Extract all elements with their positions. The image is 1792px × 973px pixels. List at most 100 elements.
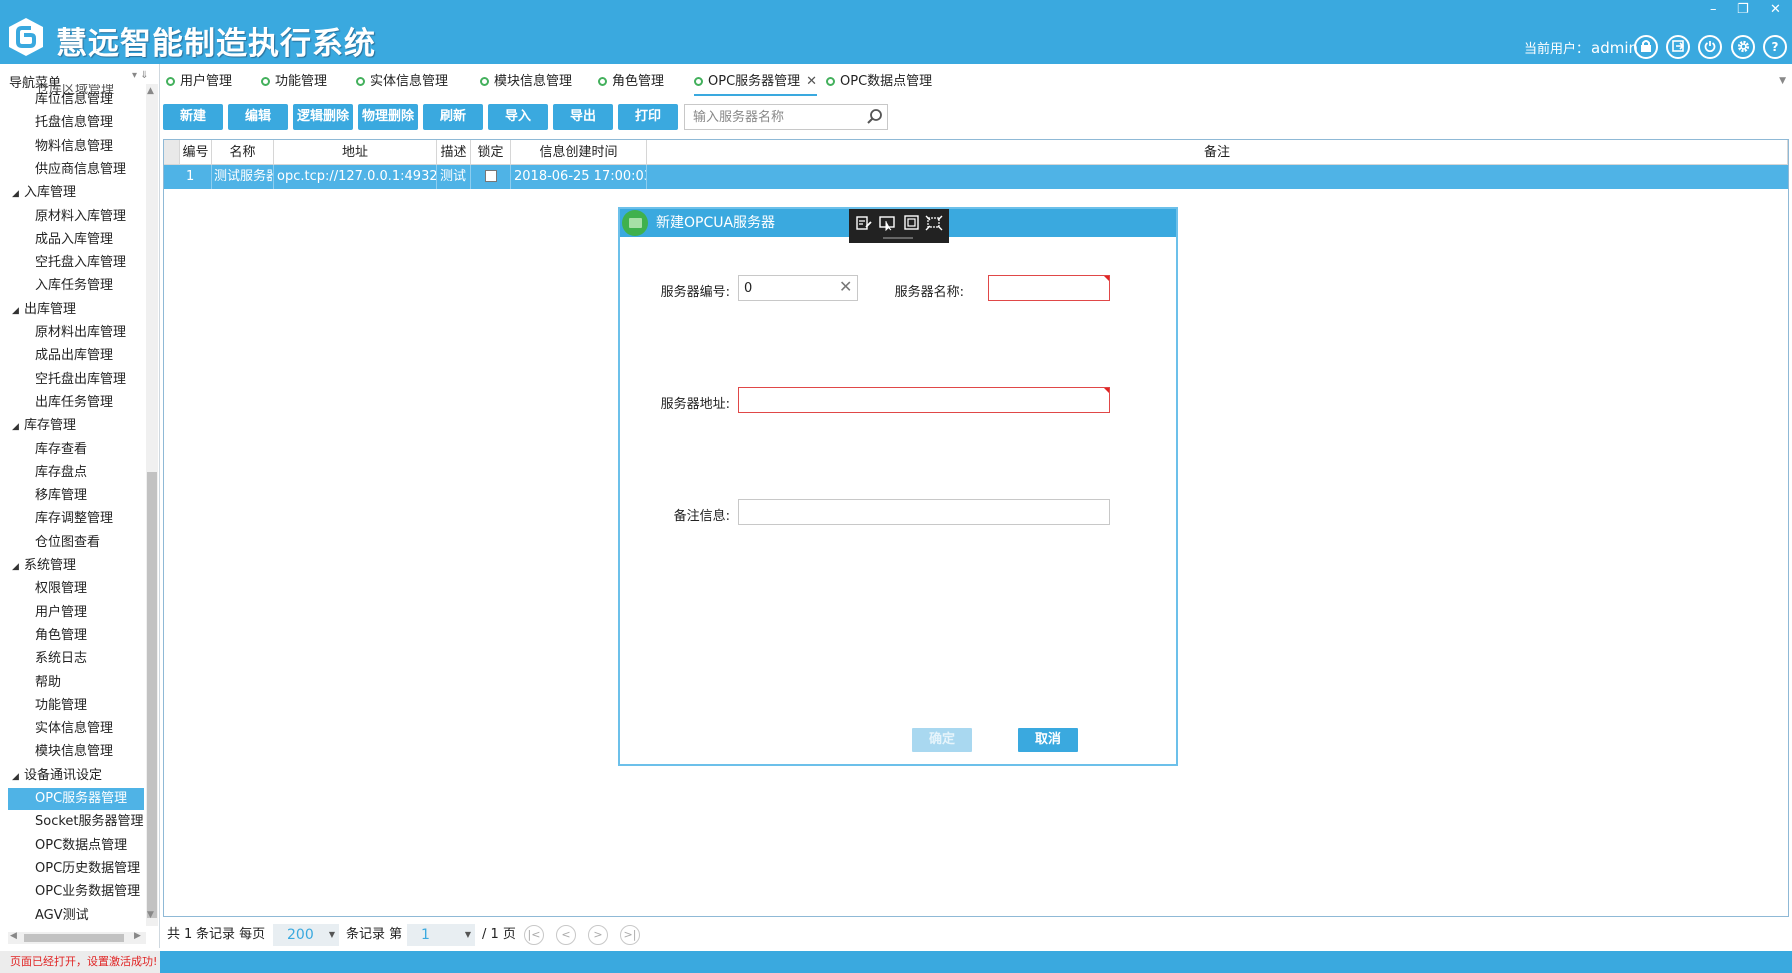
tab-item[interactable]: OPC服务器管理 ✕	[694, 68, 818, 96]
sidebar-group[interactable]: ◢ 入库管理	[8, 182, 144, 204]
expand-triangle-icon[interactable]: ◢	[12, 300, 24, 322]
sidebar-item[interactable]: OPC数据点管理	[8, 835, 144, 857]
close-tab-icon[interactable]: ✕	[806, 74, 817, 89]
col-header-created[interactable]: 信息创建时间	[511, 140, 647, 165]
cancel-button[interactable]: 取消	[1018, 728, 1078, 752]
expand-triangle-icon[interactable]: ◢	[12, 556, 24, 578]
power-icon[interactable]	[1698, 35, 1722, 59]
col-header-name[interactable]: 名称	[212, 140, 274, 165]
drag-handle[interactable]	[883, 237, 913, 239]
minimize-button[interactable]: –	[1710, 2, 1717, 17]
sidebar-item[interactable]: 仓位图查看	[8, 532, 144, 554]
tab-item[interactable]: 功能管理	[261, 68, 327, 96]
sidebar-item[interactable]: AGV测试	[8, 905, 144, 925]
sidebar-item[interactable]: Socket服务器管理	[8, 811, 144, 833]
sidebar-item[interactable]: 模块信息管理	[8, 741, 144, 763]
search-input[interactable]	[684, 104, 888, 130]
sidebar-item[interactable]: 实体信息管理	[8, 718, 144, 740]
sidebar-item[interactable]: 出库任务管理	[8, 392, 144, 414]
edit-button[interactable]: 编辑	[228, 104, 288, 130]
sidebar-item[interactable]: OPC业务数据管理	[8, 881, 144, 903]
page-number-select[interactable]: 1 ▼	[407, 924, 475, 946]
tab-item[interactable]: OPC数据点管理	[826, 68, 932, 96]
last-page-icon[interactable]: >|	[620, 925, 640, 945]
resize-icon[interactable]	[925, 215, 943, 231]
tabs-overflow-icon[interactable]: ▼	[1779, 76, 1786, 86]
exit-icon[interactable]	[1666, 35, 1690, 59]
sidebar-group[interactable]: ◢ 出库管理	[8, 299, 144, 321]
sidebar-item[interactable]: 库存查看	[8, 439, 144, 461]
edit-doc-icon[interactable]	[855, 215, 873, 231]
refresh-button[interactable]: 刷新	[423, 104, 483, 130]
restore-button[interactable]: ❐	[1737, 2, 1749, 17]
tab-item[interactable]: 实体信息管理	[356, 68, 448, 96]
scroll-left-icon[interactable]: ◀	[10, 931, 17, 941]
import-button[interactable]: 导入	[488, 104, 548, 130]
sidebar-group[interactable]: ◢ 系统管理	[8, 555, 144, 577]
table-row[interactable]: 1 测试服务器 opc.tcp://127.0.0.1:49320 测试 201…	[164, 165, 1788, 189]
export-button[interactable]: 导出	[553, 104, 613, 130]
sidebar-item[interactable]: 库位信息管理	[8, 89, 144, 111]
logical-delete-button[interactable]: 逻辑删除	[293, 104, 353, 130]
scroll-up-icon[interactable]: ▲	[147, 86, 154, 96]
sidebar-item[interactable]: 角色管理	[8, 625, 144, 647]
sidebar-item[interactable]: 空托盘出库管理	[8, 369, 144, 391]
sidebar-vscrollbar[interactable]: ▲ ▼	[146, 84, 158, 926]
print-button[interactable]: 打印	[618, 104, 678, 130]
sidebar-item[interactable]: OPC历史数据管理	[8, 858, 144, 880]
pointer-icon[interactable]	[879, 215, 897, 231]
expand-triangle-icon[interactable]: ◢	[12, 766, 24, 788]
sidebar-vscroll-thumb[interactable]	[147, 472, 157, 918]
sidebar-item[interactable]: 权限管理	[8, 578, 144, 600]
scroll-down-icon[interactable]: ▼	[147, 910, 154, 920]
maximize-icon[interactable]	[903, 215, 921, 231]
sidebar-group[interactable]: ◢ 设备通讯设定	[8, 765, 144, 787]
col-header-locked[interactable]: 锁定	[471, 140, 511, 165]
expand-triangle-icon[interactable]: ◢	[12, 183, 24, 205]
prev-page-icon[interactable]: <	[556, 925, 576, 945]
sidebar-item[interactable]: 库存盘点	[8, 462, 144, 484]
sidebar-item[interactable]: 空托盘入库管理	[8, 252, 144, 274]
clear-icon[interactable]: ✕	[839, 277, 852, 296]
sidebar-item[interactable]: 成品入库管理	[8, 229, 144, 251]
tab-item[interactable]: 角色管理	[598, 68, 664, 96]
sidebar-item[interactable]: 物料信息管理	[8, 136, 144, 158]
sidebar-item[interactable]: 供应商信息管理	[8, 159, 144, 181]
gear-icon[interactable]	[1731, 35, 1755, 59]
search-icon[interactable]	[866, 108, 884, 126]
sidebar-item[interactable]: OPC服务器管理	[8, 788, 144, 810]
col-header-desc[interactable]: 描述	[437, 140, 471, 165]
next-page-icon[interactable]: >	[588, 925, 608, 945]
sidebar-hscrollbar[interactable]: ◀ ▶	[8, 931, 146, 944]
lock-icon[interactable]	[1634, 35, 1658, 59]
sidebar-item[interactable]: 成品出库管理	[8, 345, 144, 367]
expand-triangle-icon[interactable]: ◢	[12, 416, 24, 438]
sidebar-hscroll-thumb[interactable]	[24, 934, 124, 942]
sidebar-item[interactable]: 库存调整管理	[8, 508, 144, 530]
new-button[interactable]: 新建	[163, 104, 223, 130]
tab-item[interactable]: 模块信息管理	[480, 68, 572, 96]
sidebar-item[interactable]: 系统日志	[8, 648, 144, 670]
col-header-address[interactable]: 地址	[274, 140, 437, 165]
pin-icon[interactable]: ▾ ⇓	[132, 70, 149, 81]
page-size-select[interactable]: 200 ▼	[273, 924, 339, 946]
sidebar-item[interactable]: 帮助	[8, 672, 144, 694]
sidebar-item[interactable]: 移库管理	[8, 485, 144, 507]
col-header-remark[interactable]: 备注	[647, 140, 1788, 165]
sidebar-group[interactable]: ◢ 库存管理	[8, 415, 144, 437]
sidebar-item[interactable]: 功能管理	[8, 695, 144, 717]
close-window-button[interactable]: ✕	[1770, 2, 1781, 17]
sidebar-item[interactable]: 原材料入库管理	[8, 206, 144, 228]
sidebar-item[interactable]: 用户管理	[8, 602, 144, 624]
tab-item[interactable]: 用户管理	[166, 68, 232, 96]
server-addr-field[interactable]	[738, 387, 1110, 413]
remark-field[interactable]	[738, 499, 1110, 525]
help-icon[interactable]: ?	[1763, 35, 1787, 59]
sidebar-item[interactable]: 原材料出库管理	[8, 322, 144, 344]
first-page-icon[interactable]: |<	[524, 925, 544, 945]
locked-checkbox[interactable]	[484, 170, 497, 182]
scroll-right-icon[interactable]: ▶	[134, 931, 141, 941]
col-header-id[interactable]: 编号	[180, 140, 212, 165]
sidebar-item[interactable]: 托盘信息管理	[8, 112, 144, 134]
physical-delete-button[interactable]: 物理删除	[358, 104, 418, 130]
